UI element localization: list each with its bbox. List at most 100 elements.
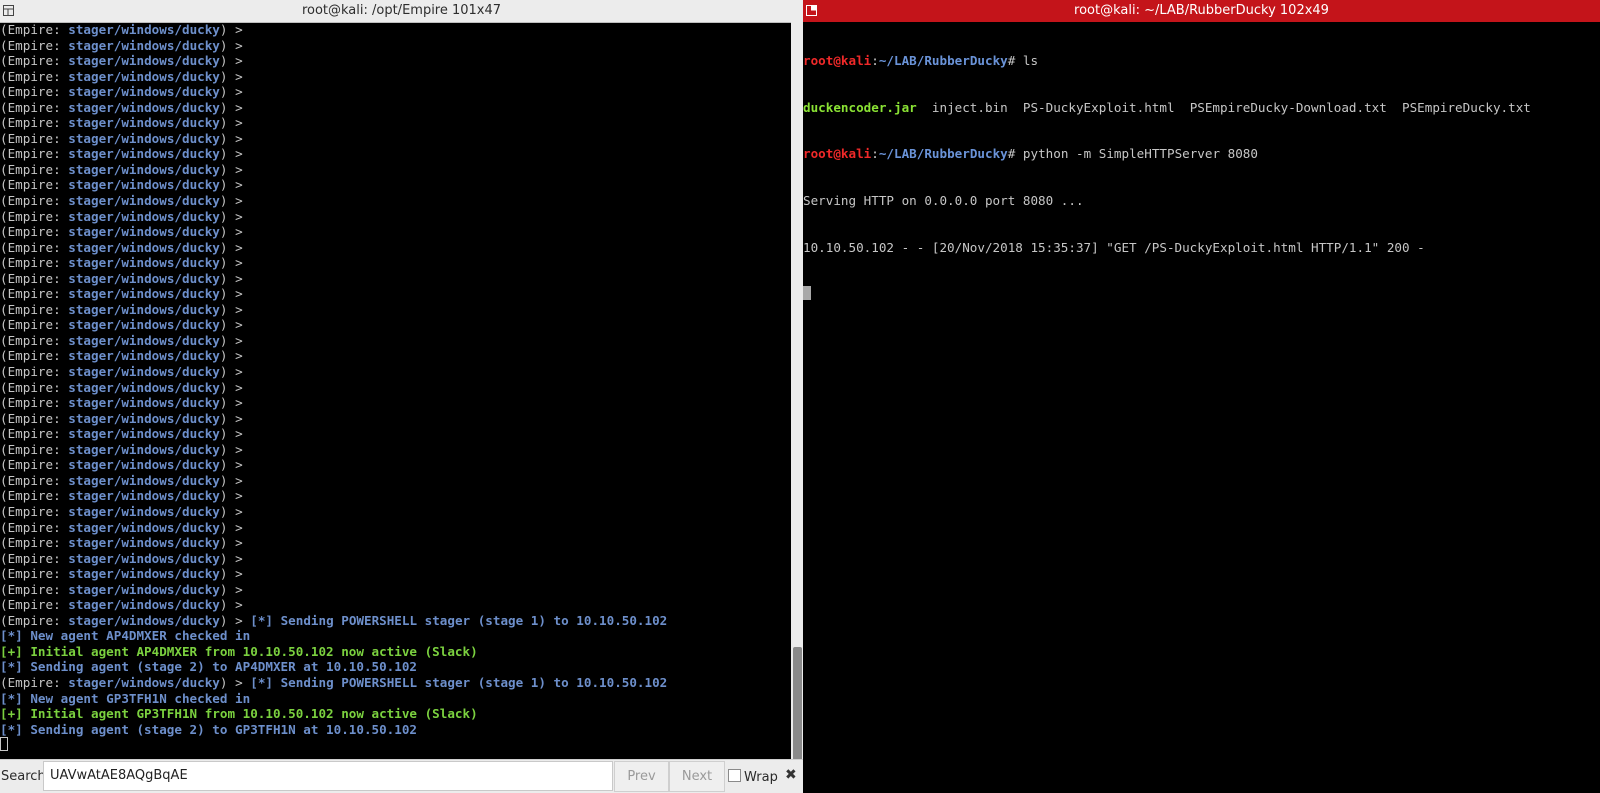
prompt-line: (Empire: stager/windows/ducky) > xyxy=(0,162,791,178)
empire-terminal-output[interactable]: (Empire: stager/windows/ducky) > (Empire:… xyxy=(0,22,791,753)
prompt-close: ) > xyxy=(219,395,243,411)
prompt-line: (Empire: stager/windows/ducky) > xyxy=(0,348,791,364)
close-search-icon[interactable]: ✖ xyxy=(785,767,797,783)
prompt-line: (Empire: stager/windows/ducky) > xyxy=(0,240,791,256)
prompt-close: ) > xyxy=(219,612,243,628)
terminal-cursor xyxy=(0,737,8,752)
prompt-open: (Empire: xyxy=(0,348,69,364)
prompt-open: (Empire: xyxy=(0,519,69,535)
prompt-open: (Empire: xyxy=(0,286,69,302)
prompt-close: ) > xyxy=(219,332,243,348)
prompt-line: (Empire: stager/windows/ducky) > xyxy=(0,255,791,271)
prompt-close: ) > xyxy=(219,348,243,364)
prompt-close: ) > xyxy=(219,84,243,100)
prompt-close: ) > xyxy=(219,255,243,271)
prompt-line: (Empire: stager/windows/ducky) > xyxy=(0,395,791,411)
prompt-module: stager/windows/ducky xyxy=(68,488,220,504)
wrap-toggle[interactable]: Wrap xyxy=(728,769,778,785)
prompt-module: stager/windows/ducky xyxy=(68,472,220,488)
prompt-line: (Empire: stager/windows/ducky) > xyxy=(0,69,791,85)
prompt-open: (Empire: xyxy=(0,503,69,519)
agent-active-line: [+] Initial agent GP3TFH1N from 10.10.50… xyxy=(0,706,478,722)
prompt-close: ) > xyxy=(219,581,243,597)
prompt-line: (Empire: stager/windows/ducky) > xyxy=(0,317,791,333)
terminal-window-icon xyxy=(3,5,14,16)
prompt-close: ) > xyxy=(219,550,243,566)
prompt-module: stager/windows/ducky xyxy=(68,348,220,364)
prompt-open: (Empire: xyxy=(0,566,69,582)
prompt-open: (Empire: xyxy=(0,146,69,162)
prompt-module: stager/windows/ducky xyxy=(68,597,220,613)
prompt-line: (Empire: stager/windows/ducky) > xyxy=(0,209,791,225)
command-text: ls xyxy=(1022,53,1039,69)
prompt-line: (Empire: stager/windows/ducky) > xyxy=(0,597,791,613)
prompt-module: stager/windows/ducky xyxy=(68,193,220,209)
prompt-close: ) > xyxy=(219,177,243,193)
prompt-module: stager/windows/ducky xyxy=(68,612,220,628)
server-output-line: Serving HTTP on 0.0.0.0 port 8080 ... xyxy=(803,193,1084,209)
prompt-open: (Empire: xyxy=(0,426,69,442)
prompt-open: (Empire: xyxy=(0,255,69,271)
prompt-open: (Empire: xyxy=(0,379,69,395)
stager-message: [*] Sending POWERSHELL stager (stage 1) … xyxy=(250,612,668,628)
prompt-line: (Empire: stager/windows/ducky) > xyxy=(0,193,791,209)
prompt-open: (Empire: xyxy=(0,472,69,488)
prompt-line: (Empire: stager/windows/ducky) > xyxy=(0,271,791,287)
http-server-terminal-window[interactable]: root@kali: ~/LAB/RubberDucky 102x49 root… xyxy=(803,0,1600,793)
prompt-close: ) > xyxy=(219,68,243,84)
prompt-open: (Empire: xyxy=(0,535,69,551)
wrap-checkbox[interactable] xyxy=(728,769,741,782)
prompt-module: stager/windows/ducky xyxy=(68,581,220,597)
command-line: root@kali:~/LAB/RubberDucky# ls xyxy=(803,53,1039,69)
prompt-close: ) > xyxy=(219,286,243,302)
prompt-close: ) > xyxy=(219,161,243,177)
prompt-line: (Empire: stager/windows/ducky) > xyxy=(0,333,791,349)
prompt-close: ) > xyxy=(219,488,243,504)
http-terminal-titlebar[interactable]: root@kali: ~/LAB/RubberDucky 102x49 xyxy=(803,0,1600,22)
prompt-close: ) > xyxy=(219,270,243,286)
empire-terminal-titlebar[interactable]: root@kali: /opt/Empire 101x47 xyxy=(0,0,803,23)
prompt-line: (Empire: stager/windows/ducky) > xyxy=(0,302,791,318)
prompt-open: (Empire: xyxy=(0,612,69,628)
prompt-module: stager/windows/ducky xyxy=(68,519,220,535)
search-prev-button[interactable]: Prev xyxy=(614,761,669,792)
prompt-line: (Empire: stager/windows/ducky) > xyxy=(0,146,791,162)
command-line: root@kali:~/LAB/RubberDucky# python -m S… xyxy=(803,146,1258,162)
prompt-user-host: root@kali xyxy=(803,146,872,162)
prompt-open: (Empire: xyxy=(0,68,69,84)
prompt-open: (Empire: xyxy=(0,22,69,37)
scrollbar-thumb[interactable] xyxy=(793,647,802,775)
prompt-close: ) > xyxy=(219,379,243,395)
command-text: python -m SimpleHTTPServer 8080 xyxy=(1022,146,1258,162)
prompt-open: (Empire: xyxy=(0,364,69,380)
prompt-module: stager/windows/ducky xyxy=(68,270,220,286)
prompt-module: stager/windows/ducky xyxy=(68,550,220,566)
prompt-line: (Empire: stager/windows/ducky) > xyxy=(0,53,791,69)
prompt-line: (Empire: stager/windows/ducky) > xyxy=(0,100,791,116)
prompt-close: ) > xyxy=(219,22,243,37)
terminal-cursor xyxy=(803,286,811,301)
search-input[interactable]: UAVwAtAE8AQgBqAE xyxy=(43,761,613,791)
prompt-module: stager/windows/ducky xyxy=(68,566,220,582)
prompt-close: ) > xyxy=(219,597,243,613)
prompt-line: (Empire: stager/windows/ducky) > xyxy=(0,286,791,302)
prompt-open: (Empire: xyxy=(0,550,69,566)
prompt-module: stager/windows/ducky xyxy=(68,301,220,317)
search-next-button[interactable]: Next xyxy=(669,761,725,792)
prompt-module: stager/windows/ducky xyxy=(68,379,220,395)
empire-terminal-scrollbar[interactable] xyxy=(791,22,803,775)
prompt-line: (Empire: stager/windows/ducky) > xyxy=(0,551,791,567)
prompt-module: stager/windows/ducky xyxy=(68,426,220,442)
prompt-close: ) > xyxy=(219,224,243,240)
prompt-open: (Empire: xyxy=(0,332,69,348)
prompt-line: (Empire: stager/windows/ducky) > xyxy=(0,504,791,520)
prompt-close: ) > xyxy=(219,130,243,146)
http-terminal-output[interactable]: root@kali:~/LAB/RubberDucky# ls duckenco… xyxy=(803,22,1600,333)
empire-terminal-window[interactable]: root@kali: /opt/Empire 101x47 (Empire: s… xyxy=(0,0,803,793)
search-bar: Search: UAVwAtAE8AQgBqAE Prev Next Wrap … xyxy=(0,759,803,793)
prompt-module: stager/windows/ducky xyxy=(68,53,220,69)
prompt-line: (Empire: stager/windows/ducky) > xyxy=(0,22,791,38)
prompt-line: (Empire: stager/windows/ducky) > xyxy=(0,380,791,396)
prompt-module: stager/windows/ducky xyxy=(68,177,220,193)
prompt-close: ) > xyxy=(219,193,243,209)
